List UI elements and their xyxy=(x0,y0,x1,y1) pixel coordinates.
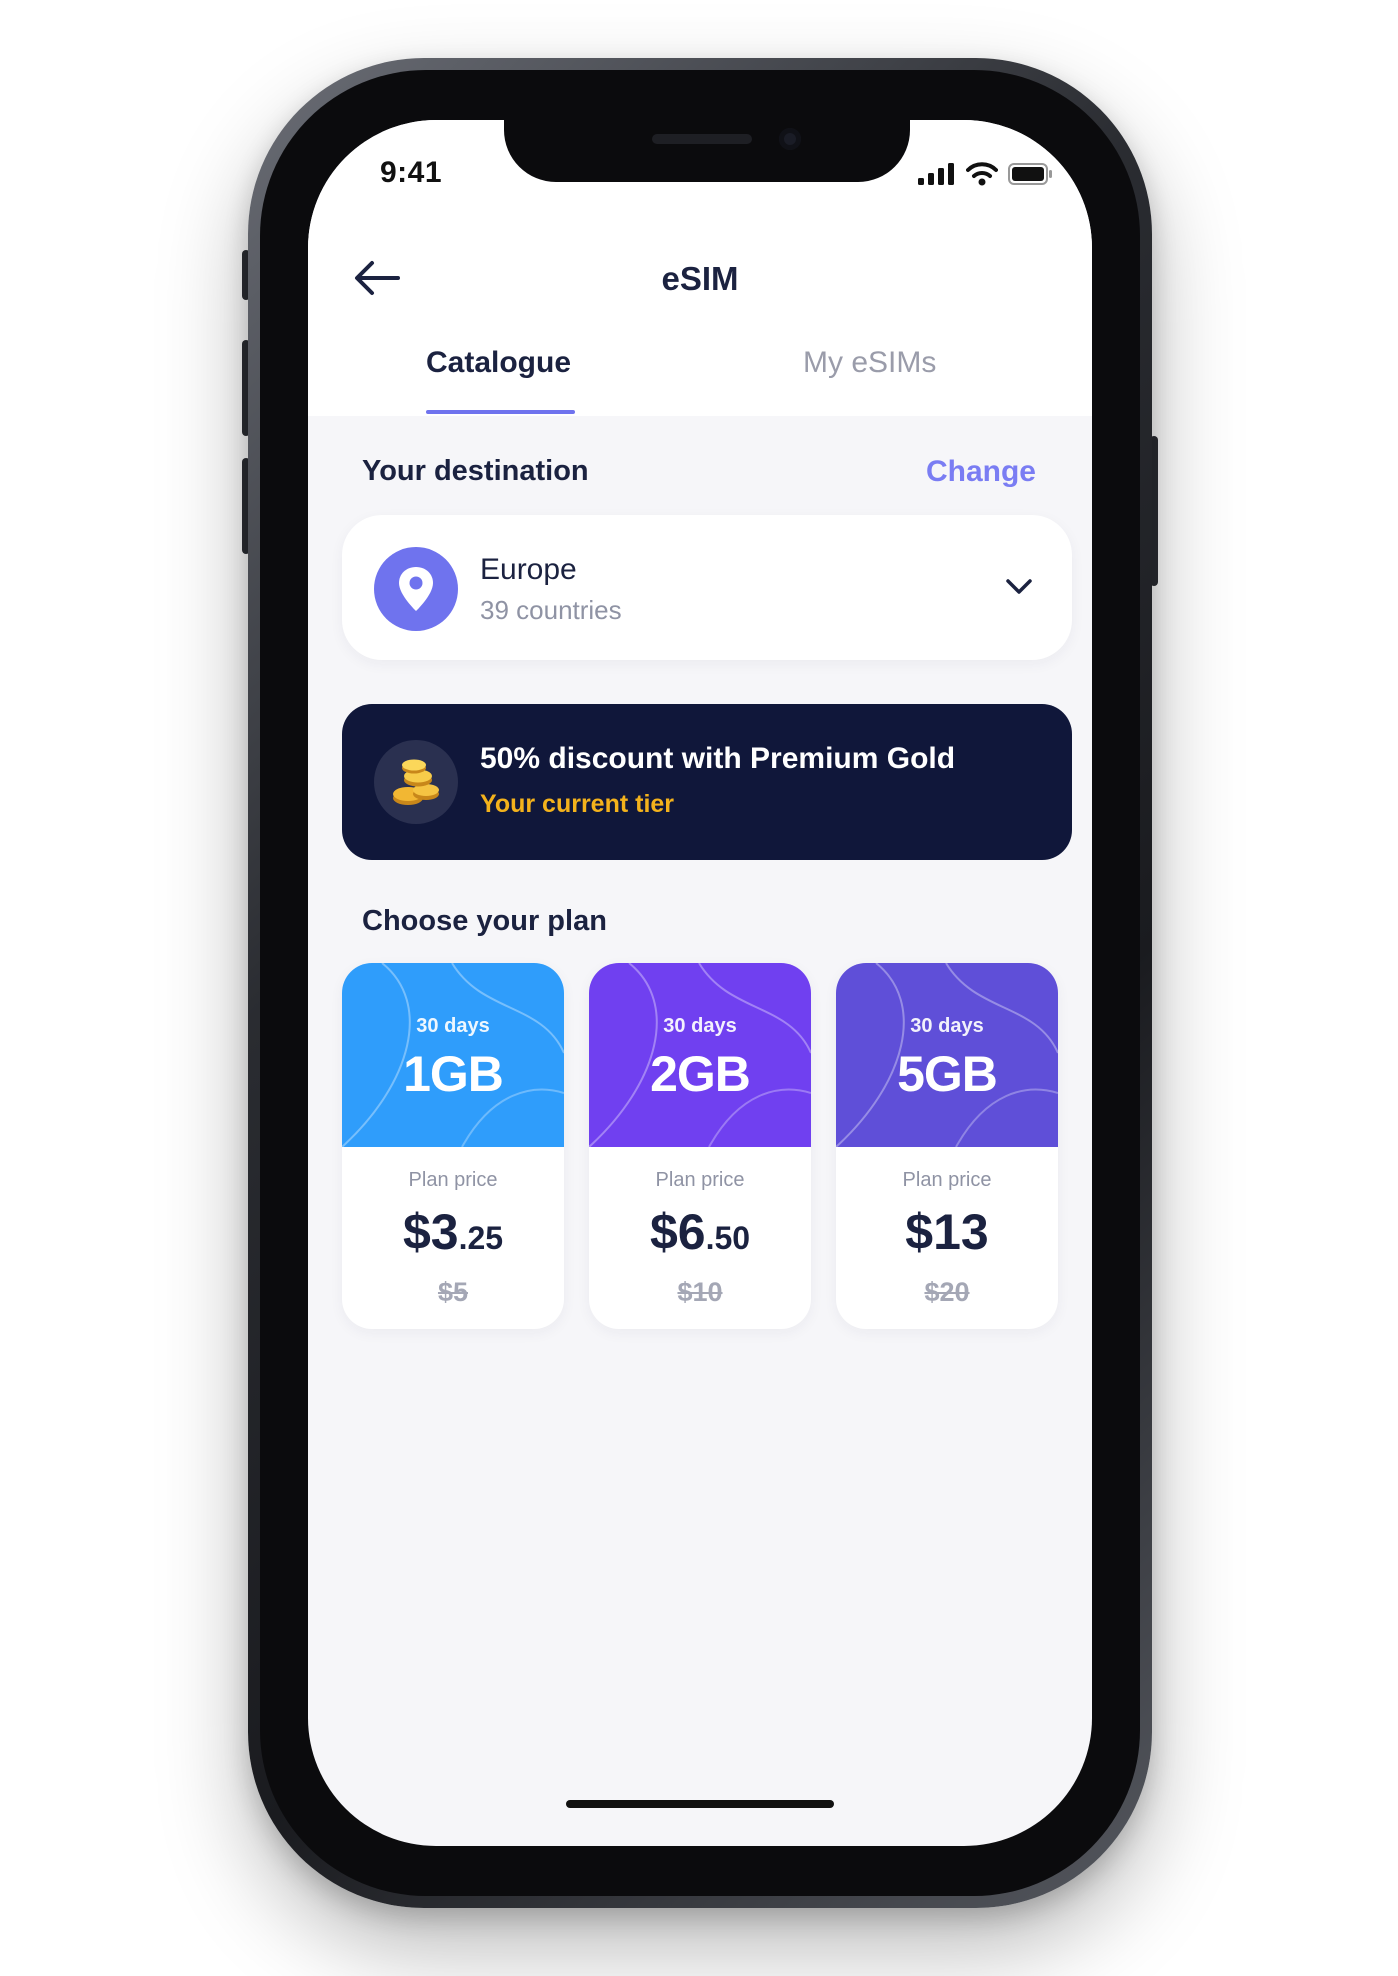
change-destination-link[interactable]: Change xyxy=(926,455,1036,489)
plan-duration: 30 days xyxy=(416,1015,490,1037)
cellular-signal-icon xyxy=(918,163,954,185)
plan-data-size: 2GB xyxy=(650,1046,751,1102)
price-cents: .25 xyxy=(458,1220,504,1256)
plan-data-size: 1GB xyxy=(403,1046,504,1102)
plans-section-label: Choose your plan xyxy=(362,905,607,937)
plan-header: 30 days 1GB xyxy=(342,963,564,1147)
price-main: $13 xyxy=(905,1204,989,1260)
status-icons xyxy=(918,162,1054,186)
plan-price: $13 xyxy=(836,1203,1058,1261)
page-title: eSIM xyxy=(661,260,739,297)
original-price: $10 xyxy=(677,1277,723,1307)
plan-card-2gb[interactable]: 30 days 2GB Plan price $6.50 $10 xyxy=(589,963,811,1329)
location-pin-icon xyxy=(374,547,458,631)
tab-catalogue[interactable]: Catalogue xyxy=(426,346,571,380)
destination-name: Europe xyxy=(480,553,577,586)
plan-header: 30 days 2GB xyxy=(589,963,811,1147)
plan-duration: 30 days xyxy=(910,1015,984,1037)
home-indicator[interactable] xyxy=(566,1800,834,1808)
plan-price: $3.25 xyxy=(342,1203,564,1261)
phone-bezel: 9:41 eSIM Catalogue My eSIMs Your destin… xyxy=(260,70,1140,1896)
active-tab-indicator xyxy=(426,410,575,414)
banner-title: 50% discount with Premium Gold xyxy=(480,742,956,775)
plan-price: $6.50 xyxy=(589,1203,811,1261)
tab-my-esims[interactable]: My eSIMs xyxy=(803,346,936,380)
destination-country-count: 39 countries xyxy=(480,595,622,625)
current-tier-label: Your current tier xyxy=(480,790,675,818)
destination-selector[interactable]: Europe 39 countries xyxy=(342,515,1072,660)
plan-data-size: 5GB xyxy=(897,1046,998,1102)
plan-price-label: Plan price xyxy=(655,1169,745,1191)
plan-card-5gb[interactable]: 30 days 5GB Plan price $13 $20 xyxy=(836,963,1058,1329)
status-time: 9:41 xyxy=(380,156,443,189)
gold-coins-icon xyxy=(374,740,458,824)
original-price: $20 xyxy=(924,1277,970,1307)
chevron-down-icon xyxy=(1006,579,1032,594)
phone-frame: 9:41 eSIM Catalogue My eSIMs Your destin… xyxy=(248,58,1152,1908)
premium-discount-banner: 50% discount with Premium Gold Your curr… xyxy=(342,704,1072,860)
price-cents: .50 xyxy=(705,1220,751,1256)
price-main: $3 xyxy=(402,1204,459,1260)
camera-icon xyxy=(779,128,801,150)
plan-header: 30 days 5GB xyxy=(836,963,1058,1147)
price-main: $6 xyxy=(649,1204,706,1260)
battery-icon xyxy=(1008,163,1052,185)
original-price: $5 xyxy=(437,1277,469,1307)
plan-duration: 30 days xyxy=(663,1015,737,1037)
destination-section-label: Your destination xyxy=(362,455,589,487)
notch xyxy=(504,120,910,182)
plan-price-label: Plan price xyxy=(902,1169,992,1191)
plan-price-label: Plan price xyxy=(408,1169,498,1191)
plan-card-1gb[interactable]: 30 days 1GB Plan price $3.25 $5 xyxy=(342,963,564,1329)
app-screen: 9:41 eSIM Catalogue My eSIMs Your destin… xyxy=(308,120,1092,1846)
speaker-grille xyxy=(652,134,752,144)
wifi-icon xyxy=(966,162,998,186)
